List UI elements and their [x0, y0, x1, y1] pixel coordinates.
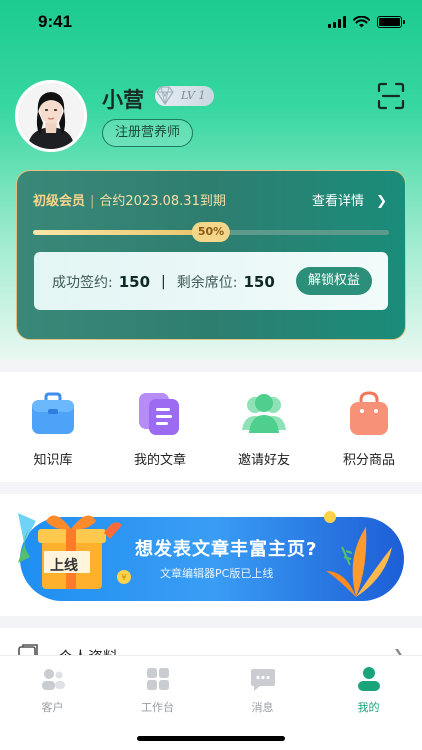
- tab-label: 我的: [357, 701, 380, 714]
- member-grade: 初级会员: [33, 194, 86, 209]
- message-icon: [251, 669, 275, 691]
- signal-icon: [328, 16, 346, 28]
- workbench-icon: [147, 668, 169, 690]
- shortcut-label: 积分商品: [342, 453, 395, 468]
- shortcut-my-articles[interactable]: 我的文章: [114, 372, 204, 482]
- unlock-benefits-button[interactable]: 解锁权益: [295, 267, 372, 295]
- user-name: 小营: [102, 88, 144, 112]
- signed-label: 成功签约:: [52, 275, 113, 291]
- tab-mine[interactable]: 我的: [316, 666, 421, 722]
- progress-label: 50%: [191, 222, 231, 242]
- tab-workbench[interactable]: 工作台: [105, 666, 210, 722]
- membership-card[interactable]: 初级会员 | 合约2023.08.31到期 查看详情 ❯ 50% 成功签约: 150…: [16, 170, 406, 340]
- banner-title: 想发表文章丰富主页?: [135, 539, 318, 560]
- avatar[interactable]: [15, 80, 87, 152]
- stats-panel: 成功签约: 150 | 剩余席位: 150 解锁权益: [34, 252, 388, 310]
- avatar-photo: [18, 83, 84, 149]
- shortcut-grid: 知识库 我的文章 邀请好友 积分商品: [0, 372, 422, 482]
- shortcut-knowledge-base[interactable]: 知识库: [7, 372, 97, 482]
- shortcut-invite-friends[interactable]: 邀请好友: [218, 372, 308, 482]
- tab-label: 客户: [41, 701, 64, 714]
- svg-text:¥: ¥: [121, 573, 126, 582]
- banner-subtitle: 文章编辑器PC版已上线: [160, 567, 274, 580]
- customers-icon: [42, 669, 65, 690]
- plant-decoration-icon: [324, 511, 392, 597]
- stats-divider: |: [161, 274, 166, 290]
- friends-icon: [242, 394, 286, 433]
- wifi-icon: [353, 16, 370, 28]
- document-icon: [139, 393, 179, 435]
- tab-label: 消息: [251, 701, 274, 714]
- home-indicator[interactable]: [137, 736, 285, 741]
- progress-fill: [33, 230, 211, 235]
- shopping-bag-icon: [350, 391, 388, 435]
- shortcut-label: 邀请好友: [237, 453, 290, 468]
- status-time: 9:41: [38, 12, 73, 31]
- banner-section: ¥ 上线 想发表文章丰富主页? 文章编辑器PC版已上线: [0, 494, 422, 616]
- tab-customers[interactable]: 客户: [0, 666, 105, 722]
- banner-badge-text: 上线: [50, 558, 78, 574]
- status-icons: [328, 16, 405, 28]
- tab-messages[interactable]: 消息: [210, 666, 315, 722]
- signed-value: 150: [118, 273, 151, 291]
- shortcut-label: 我的文章: [133, 453, 186, 468]
- status-bar: 9:41: [0, 0, 422, 44]
- briefcase-icon: [32, 392, 74, 434]
- contract-expiry: 合约2023.08.31到期: [99, 194, 226, 209]
- diamond-icon: V: [156, 86, 174, 106]
- view-details-link[interactable]: 查看详情 ❯: [312, 190, 387, 209]
- battery-icon: [377, 16, 405, 28]
- membership-header: 初级会员 | 合约2023.08.31到期 查看详情 ❯: [33, 190, 387, 209]
- profile-icon: [358, 667, 380, 691]
- shortcut-label: 知识库: [33, 453, 73, 468]
- seats-value: 150: [243, 273, 275, 291]
- seats-label: 剩余席位:: [176, 275, 238, 291]
- tab-label: 工作台: [141, 701, 174, 714]
- chevron-right-icon: ❯: [376, 194, 387, 209]
- gift-box-icon: ¥: [18, 513, 131, 589]
- scan-icon[interactable]: [377, 82, 405, 110]
- promo-banner[interactable]: ¥ 上线 想发表文章丰富主页? 文章编辑器PC版已上线: [18, 511, 404, 601]
- view-details-label: 查看详情: [311, 194, 364, 209]
- register-tag[interactable]: 注册营养师: [102, 119, 194, 147]
- shortcut-points-store[interactable]: 积分商品: [323, 372, 413, 482]
